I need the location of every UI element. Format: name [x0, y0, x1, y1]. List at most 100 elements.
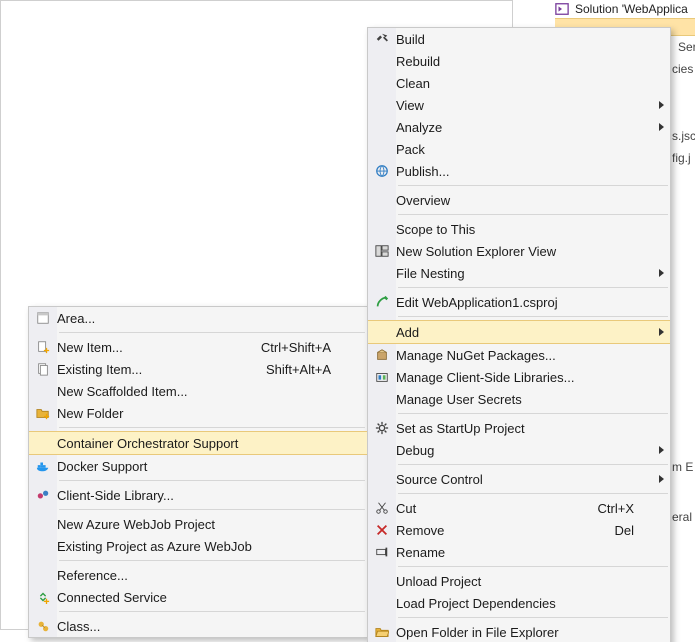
menu-item-clientlib[interactable]: Manage Client-Side Libraries...: [368, 366, 670, 388]
menu-separator: [59, 509, 365, 510]
menu-item-label: Cut: [396, 501, 598, 516]
menu-item-label: Container Orchestrator Support: [57, 436, 349, 451]
menu-item-shortcut: Shift+Alt+A: [266, 362, 349, 377]
menu-item-label: New Scaffolded Item...: [57, 384, 349, 399]
project-context-menu: Build Rebuild Clean ViewAnalyze Pack Publish.…: [367, 27, 671, 642]
menu-item-label: Load Project Dependencies: [396, 596, 652, 611]
menu-item-orchestrator[interactable]: Container Orchestrator Support: [29, 431, 367, 455]
menu-item-nuget[interactable]: Manage NuGet Packages...: [368, 344, 670, 366]
connected-icon: [29, 586, 57, 608]
menu-item-newwebjob[interactable]: New Azure WebJob Project: [29, 513, 367, 535]
menu-item-scaffold[interactable]: New Scaffolded Item...: [29, 380, 367, 402]
menu-item-view[interactable]: View: [368, 94, 670, 116]
blank-icon: [29, 535, 57, 557]
menu-item-add[interactable]: Add: [368, 320, 670, 344]
gear-icon: [368, 417, 396, 439]
menu-item-label: Manage NuGet Packages...: [396, 348, 652, 363]
menu-item-label: Add: [396, 325, 652, 340]
menu-item-label: New Item...: [57, 340, 261, 355]
blank-icon: [29, 564, 57, 586]
menu-separator: [59, 332, 365, 333]
menu-separator: [398, 287, 668, 288]
solution-title: Solution 'WebApplica: [575, 2, 688, 16]
clientlib-icon: [368, 366, 396, 388]
menu-separator: [398, 316, 668, 317]
menu-item-label: Edit WebApplication1.csproj: [396, 295, 652, 310]
menu-item-secrets[interactable]: Manage User Secrets: [368, 388, 670, 410]
menu-item-newitem[interactable]: New Item...Ctrl+Shift+A: [29, 336, 367, 358]
blank-icon: [368, 321, 396, 343]
menu-item-label: Manage User Secrets: [396, 392, 652, 407]
menu-item-filenest[interactable]: File Nesting: [368, 262, 670, 284]
remove-icon: [368, 519, 396, 541]
menu-item-openfolder[interactable]: Open Folder in File Explorer: [368, 621, 670, 642]
menu-item-newfolder[interactable]: New Folder: [29, 402, 367, 424]
menu-item-docker[interactable]: Docker Support: [29, 455, 367, 477]
menu-item-build[interactable]: Build: [368, 28, 670, 50]
menu-item-shortcut: Ctrl+X: [598, 501, 652, 516]
menu-item-label: New Solution Explorer View: [396, 244, 652, 259]
menu-item-scope[interactable]: Scope to This: [368, 218, 670, 240]
blank-icon: [368, 468, 396, 490]
menu-item-cut[interactable]: CutCtrl+X: [368, 497, 670, 519]
bg-text-fragment: fig.j: [672, 151, 691, 165]
hammer-icon: [368, 28, 396, 50]
menu-item-label: Open Folder in File Explorer: [396, 625, 652, 640]
menu-item-label: Pack: [396, 142, 652, 157]
menu-item-rename[interactable]: Rename: [368, 541, 670, 563]
menu-item-label: Class...: [57, 619, 349, 634]
menu-item-clientlib2[interactable]: Client-Side Library...: [29, 484, 367, 506]
menu-item-reference[interactable]: Reference...: [29, 564, 367, 586]
menu-item-label: Clean: [396, 76, 652, 91]
menu-item-connected[interactable]: Connected Service: [29, 586, 367, 608]
menu-item-loaddeps[interactable]: Load Project Dependencies: [368, 592, 670, 614]
menu-separator: [398, 566, 668, 567]
menu-item-label: Existing Item...: [57, 362, 266, 377]
menu-item-unload[interactable]: Unload Project: [368, 570, 670, 592]
menu-item-label: File Nesting: [396, 266, 652, 281]
menu-item-label: Rebuild: [396, 54, 652, 69]
menu-item-label: New Folder: [57, 406, 349, 421]
menu-item-label: Set as StartUp Project: [396, 421, 652, 436]
menu-item-debug[interactable]: Debug: [368, 439, 670, 461]
submenu-arrow-icon: [652, 123, 670, 131]
menu-item-existwebjob[interactable]: Existing Project as Azure WebJob: [29, 535, 367, 557]
docker-icon: [29, 455, 57, 477]
bg-text-fragment: eral: [672, 510, 692, 524]
menu-separator: [398, 464, 668, 465]
menu-item-overview[interactable]: Overview: [368, 189, 670, 211]
menu-item-startup[interactable]: Set as StartUp Project: [368, 417, 670, 439]
blank-icon: [368, 50, 396, 72]
menu-item-rebuild[interactable]: Rebuild: [368, 50, 670, 72]
bg-text-fragment: Ser: [678, 40, 695, 54]
solution-explorer-header: Solution 'WebApplica: [555, 2, 688, 16]
bg-text-fragment: s.jsc: [672, 129, 695, 143]
menu-item-analyze[interactable]: Analyze: [368, 116, 670, 138]
menu-item-publish[interactable]: Publish...: [368, 160, 670, 182]
menu-separator: [59, 560, 365, 561]
menu-item-remove[interactable]: RemoveDel: [368, 519, 670, 541]
menu-separator: [59, 611, 365, 612]
blank-icon: [368, 116, 396, 138]
menu-item-newsolexp[interactable]: New Solution Explorer View: [368, 240, 670, 262]
menu-item-srcctl[interactable]: Source Control: [368, 468, 670, 490]
menu-item-existitem[interactable]: Existing Item...Shift+Alt+A: [29, 358, 367, 380]
newfolder-icon: [29, 402, 57, 424]
menu-item-label: Scope to This: [396, 222, 652, 237]
menu-item-area[interactable]: Area...: [29, 307, 367, 329]
menu-separator: [398, 413, 668, 414]
menu-item-clean[interactable]: Clean: [368, 72, 670, 94]
menu-item-label: Connected Service: [57, 590, 349, 605]
menu-item-label: Remove: [396, 523, 614, 538]
menu-item-pack[interactable]: Pack: [368, 138, 670, 160]
menu-item-class[interactable]: Class...: [29, 615, 367, 637]
menu-item-shortcut: Del: [614, 523, 652, 538]
menu-separator: [59, 427, 365, 428]
menu-separator: [398, 185, 668, 186]
blank-icon: [368, 262, 396, 284]
menu-item-editproj[interactable]: Edit WebApplication1.csproj: [368, 291, 670, 313]
area-icon: [29, 307, 57, 329]
submenu-arrow-icon: [652, 269, 670, 277]
menu-item-label: New Azure WebJob Project: [57, 517, 349, 532]
blank-icon: [368, 189, 396, 211]
